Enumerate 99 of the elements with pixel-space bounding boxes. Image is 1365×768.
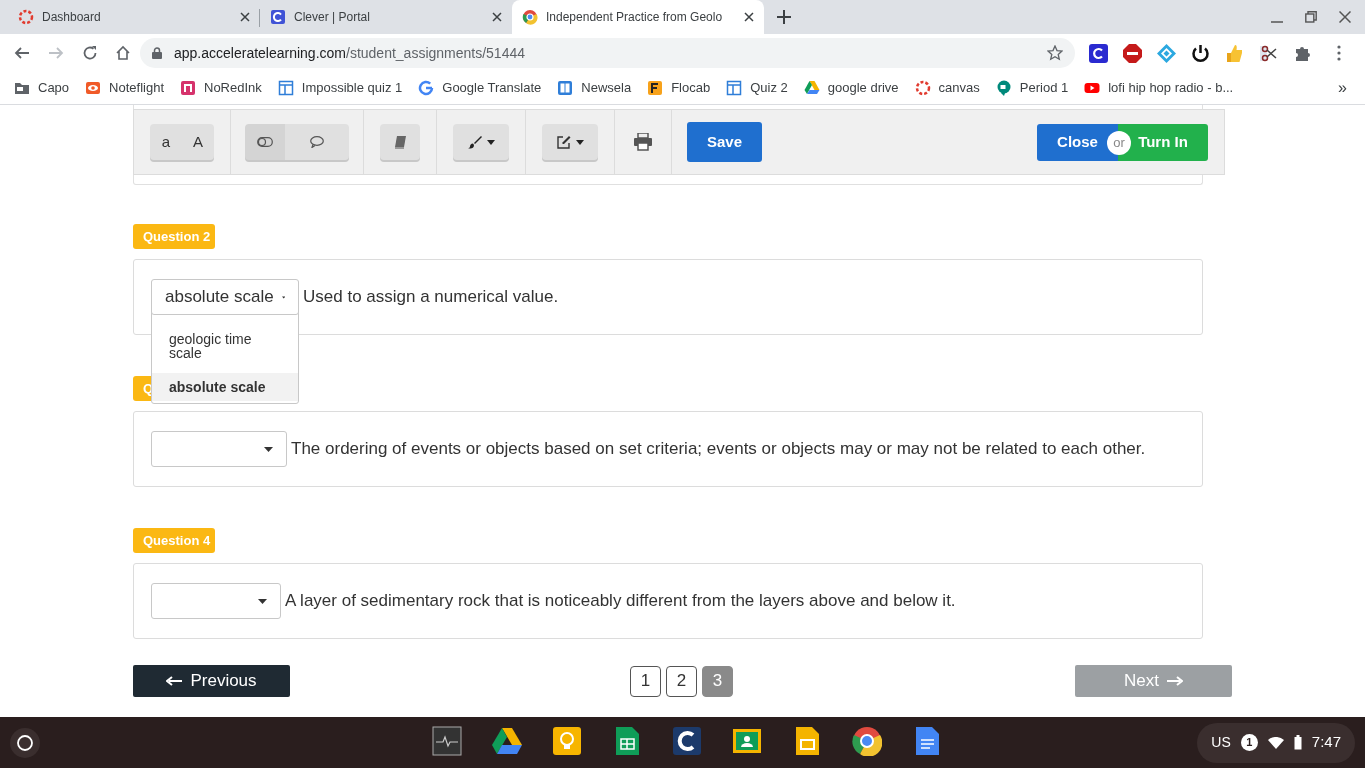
bookmark[interactable]: Period 1 [1019,78,1069,98]
close-icon[interactable] [492,12,502,22]
save-button[interactable]: Save [687,122,762,162]
bookmark[interactable]: NoRedInk [204,78,262,98]
layout-icon [277,80,294,96]
home-icon[interactable] [115,45,131,61]
bookmark[interactable]: google drive [827,78,899,98]
bookmark[interactable]: Newsela [581,78,632,98]
question-text: Used to assign a numerical value. [303,286,559,309]
f-tile-icon [647,80,664,96]
eye-icon [85,80,102,96]
restore-icon[interactable] [1305,11,1317,23]
letter-tile-icon [270,9,286,25]
star-icon[interactable] [1047,45,1063,61]
font-size-button[interactable]: a [150,124,182,160]
bookmark[interactable]: Quiz 2 [750,78,788,98]
tab-title: Dashboard [42,9,102,26]
bookmark[interactable]: Noteflight [109,78,164,98]
thumbs-up-icon[interactable] [1225,43,1244,63]
paintbrush-icon [467,135,482,149]
tab-title: Clever | Portal [294,9,371,26]
bookmark[interactable]: canvas [938,78,980,98]
lightbulb-icon[interactable] [552,726,582,756]
letter-tile-icon[interactable] [1089,43,1108,63]
left-arrow-icon [166,676,183,686]
g-logo-icon [418,80,435,96]
question-badge: Question 2 [133,224,215,249]
more-icon[interactable] [1337,45,1341,61]
caret-icon [258,598,267,604]
answer-dropdown[interactable]: absolute scale [151,279,299,315]
bookmark[interactable]: Capo [38,78,70,98]
battery-icon [1293,735,1302,750]
layout-icon [726,80,743,96]
scissors-icon[interactable] [1259,43,1278,63]
toggle-icon [257,137,273,147]
caret-icon [575,139,584,145]
ring-icon [18,9,34,25]
back-icon[interactable] [14,45,30,61]
browser-tab[interactable]: Dashboard [8,0,260,34]
pencil-square-icon [556,135,571,149]
diamond-icon[interactable] [1157,43,1176,63]
browser-tab[interactable]: Independent Practice from Geolo [512,0,764,34]
question-text: A layer of sedimentary rock that is noticeably different from the layers above and below it. [285,590,956,613]
toggle-button[interactable] [245,124,285,160]
browser-tab[interactable]: Clever | Portal [260,0,512,34]
power-icon[interactable] [1191,43,1210,63]
ring-icon [914,80,931,96]
browser-logo-icon[interactable] [852,726,882,756]
caret-icon [264,446,273,452]
lock-icon [152,47,162,59]
close-icon[interactable] [1339,11,1351,23]
caret-icon [486,139,495,145]
brush-button[interactable] [453,124,509,160]
notebook-button[interactable] [380,124,420,160]
reload-icon[interactable] [82,45,98,61]
dropdown-option[interactable]: absolute scale [152,373,298,401]
launcher-button[interactable] [10,727,40,758]
n-tile-icon [180,80,196,96]
more-bookmarks-button[interactable]: » [1338,76,1347,100]
wifi-icon [1267,736,1284,749]
close-icon[interactable] [744,12,754,22]
bookmark[interactable]: Flocab [671,78,711,98]
caret-icon [281,294,285,300]
close-icon[interactable] [240,12,250,22]
clock: 7:47 [1311,732,1341,753]
page-button[interactable]: 2 [666,665,697,697]
classroom-icon[interactable] [732,726,762,756]
status-tray[interactable]: US 1 7:47 [1197,722,1355,763]
folder-icon [14,80,30,96]
speech-bubble-icon [310,136,324,148]
question-badge: Question 4 [133,528,215,553]
book-icon [557,80,574,96]
play-button-icon [1084,80,1101,96]
stop-sign-icon[interactable] [1123,43,1142,63]
notification-count: 1 [1240,734,1258,751]
right-arrow-icon [1167,676,1183,686]
keyboard-layout-label: US [1211,733,1231,752]
chat-bubble-icon [995,80,1012,96]
drive-icon [803,80,820,96]
previous-button[interactable]: Previous [133,665,290,697]
page-button[interactable]: 1 [630,665,661,697]
circle-icon [17,734,33,751]
book-icon [394,135,406,149]
font-size-button[interactable]: A [182,124,214,160]
question-text: The ordering of events or objects based on set criteria; events or objects may or may not be related to each other. [291,438,1146,461]
browser-logo-icon [522,9,538,25]
bookmark[interactable]: Google Translate [442,78,542,98]
pulse-chart-icon[interactable] [432,726,462,756]
address-bar[interactable]: app.acceleratelearning.com/student_assignments/51444 [140,38,1075,68]
new-tab-icon[interactable] [777,10,791,24]
letter-tile-icon[interactable] [672,726,702,756]
url-text: app.acceleratelearning.com/student_assignments/51444 [174,43,526,63]
dropdown-option[interactable]: geologic time scale [152,325,298,367]
drive-icon[interactable] [492,726,522,756]
print-icon[interactable] [633,133,653,151]
bookmark[interactable]: lofi hip hop radio - b... [1108,78,1234,98]
bookmark[interactable]: Impossible quiz 1 [301,78,403,98]
edit-button[interactable] [542,124,598,160]
tab-title: Independent Practice from Geolo [546,9,724,26]
